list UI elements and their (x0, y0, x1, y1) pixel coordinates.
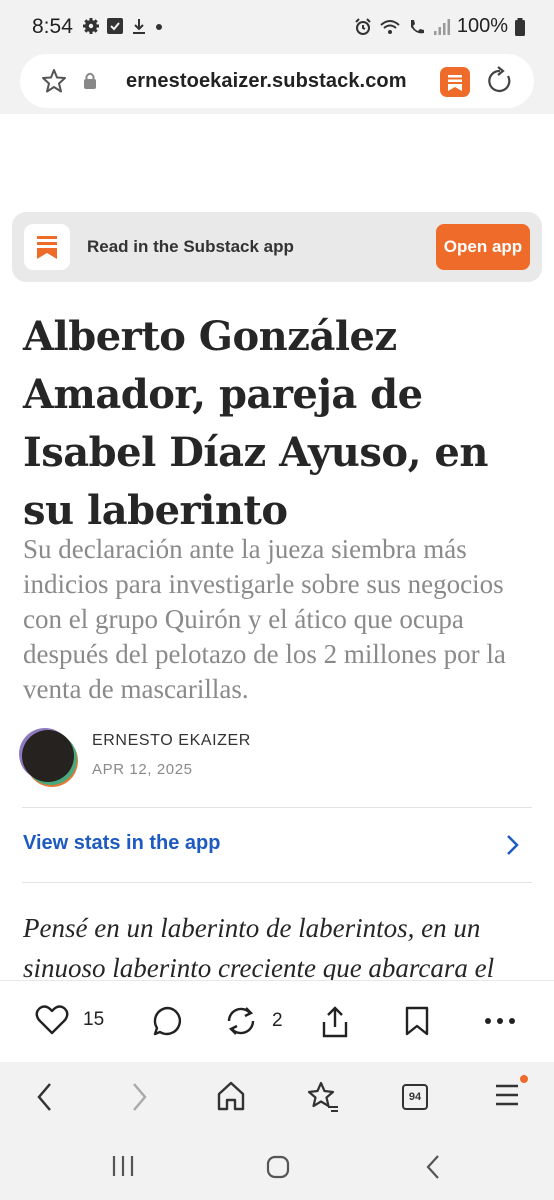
bookmarks-star-icon[interactable] (306, 1080, 340, 1114)
lock-icon (84, 72, 96, 89)
divider (22, 807, 532, 808)
status-time: 8:54 (32, 15, 73, 38)
alarm-icon (355, 17, 371, 35)
status-left-icons (82, 17, 164, 35)
reload-icon[interactable] (486, 66, 514, 96)
chevron-right-icon[interactable] (503, 833, 521, 857)
restack-icon (227, 1007, 255, 1035)
battery-icon (515, 17, 525, 36)
author-avatar[interactable] (22, 730, 74, 782)
substack-logo-icon (37, 236, 57, 259)
back-icon[interactable] (34, 1080, 56, 1114)
status-right: 100% (353, 15, 526, 38)
restack-count: 2 (272, 1010, 283, 1031)
more-options-button[interactable] (484, 1017, 516, 1025)
view-stats-link[interactable]: View stats in the app (23, 832, 220, 855)
recent-apps-icon[interactable] (110, 1154, 136, 1178)
substack-app-logo (24, 224, 70, 270)
article-title: Alberto González Amador, pareja de Isabe… (23, 313, 488, 534)
home-icon[interactable] (216, 1080, 246, 1112)
back-nav-icon[interactable] (424, 1154, 442, 1180)
dot-icon (156, 24, 162, 30)
substack-reader-button[interactable] (440, 67, 470, 97)
home-nav-icon[interactable] (265, 1154, 291, 1180)
wifi-icon (380, 19, 400, 34)
app-banner-text: Read in the Substack app (87, 237, 294, 256)
article-subtitle: Su declaración ante la jueza siembra más… (23, 534, 506, 704)
url-bar[interactable]: ernestoekaizer.substack.com (20, 54, 534, 108)
bookmark-button[interactable] (404, 1005, 430, 1037)
heart-icon (35, 1005, 69, 1035)
open-in-app-banner: Read in the Substack app Open app (12, 212, 542, 282)
tabs-button[interactable]: 94 (402, 1084, 428, 1110)
share-button[interactable] (319, 1005, 351, 1039)
battery-percentage: 100% (456, 15, 508, 37)
gear-icon (83, 18, 99, 34)
download-icon (133, 19, 145, 34)
substack-icon (448, 75, 462, 91)
signal-icon (433, 18, 450, 35)
article-body-text: Pensé en un laberinto de laberintos, en … (23, 913, 495, 980)
like-count: 15 (83, 1009, 105, 1030)
restack-button[interactable]: 2 (224, 1005, 283, 1037)
divider (22, 882, 532, 883)
more-dots-icon (485, 1018, 515, 1024)
author-name[interactable]: ERNESTO EKAIZER (92, 732, 251, 750)
open-app-button[interactable]: Open app (436, 224, 530, 270)
like-button[interactable]: 15 (35, 1005, 104, 1035)
browser-toolbar (0, 1062, 554, 1132)
menu-icon[interactable] (494, 1082, 520, 1108)
bookmark-star-icon[interactable] (40, 67, 68, 95)
share-icon (322, 1006, 348, 1038)
comment-button[interactable] (152, 1005, 184, 1037)
check-box-icon (107, 18, 123, 34)
bookmark-icon (405, 1006, 429, 1036)
forward-icon[interactable] (128, 1080, 150, 1114)
comment-icon (153, 1006, 181, 1036)
call-icon (410, 19, 424, 33)
notification-dot (520, 1075, 528, 1083)
url-text[interactable]: ernestoekaizer.substack.com (126, 70, 407, 93)
system-navigation-bar (0, 1132, 554, 1200)
publish-date: APR 12, 2025 (92, 761, 193, 778)
post-action-bar: 15 2 (0, 980, 554, 1062)
